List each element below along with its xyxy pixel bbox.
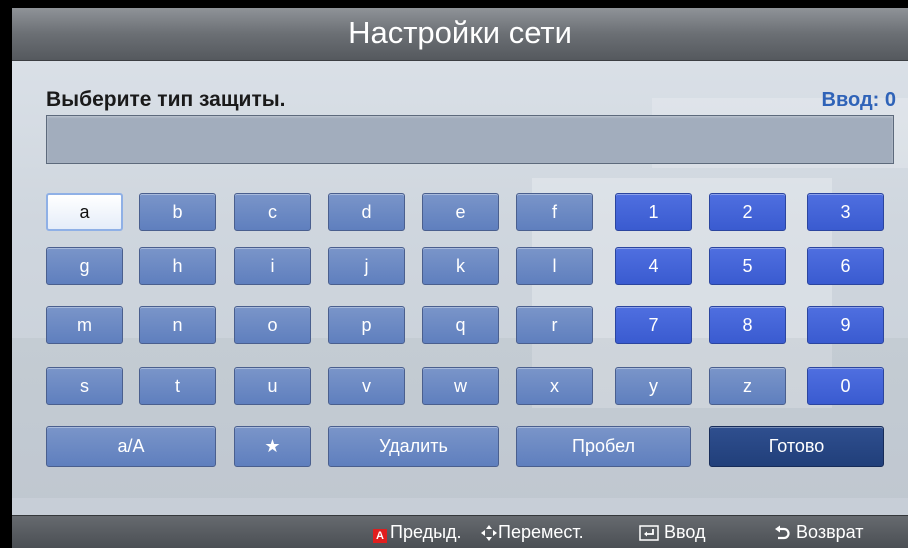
key-y[interactable]: y bbox=[615, 367, 692, 405]
key-f[interactable]: f bbox=[516, 193, 593, 231]
key-6[interactable]: 6 bbox=[807, 247, 884, 285]
hint-move-label: Перемест. bbox=[498, 522, 584, 542]
dialog-title: Настройки сети bbox=[348, 15, 572, 50]
case-toggle-button[interactable]: a/A bbox=[46, 426, 216, 467]
hint-prev-label: Предыд. bbox=[390, 522, 462, 542]
key-p[interactable]: p bbox=[328, 306, 405, 344]
key-u[interactable]: u bbox=[234, 367, 311, 405]
key-z[interactable]: z bbox=[709, 367, 786, 405]
done-button[interactable]: Готово bbox=[709, 426, 884, 467]
key-9[interactable]: 9 bbox=[807, 306, 884, 344]
key-5[interactable]: 5 bbox=[709, 247, 786, 285]
key-m[interactable]: m bbox=[46, 306, 123, 344]
key-a[interactable]: a bbox=[46, 193, 123, 231]
delete-button[interactable]: Удалить bbox=[328, 426, 499, 467]
key-k[interactable]: k bbox=[422, 247, 499, 285]
key-s[interactable]: s bbox=[46, 367, 123, 405]
network-settings-dialog: Настройки сети Выберите тип защиты. Ввод… bbox=[12, 8, 908, 548]
key-h[interactable]: h bbox=[139, 247, 216, 285]
key-j[interactable]: j bbox=[328, 247, 405, 285]
key-v[interactable]: v bbox=[328, 367, 405, 405]
hint-enter[interactable]: Ввод bbox=[639, 516, 705, 548]
enter-icon bbox=[639, 525, 659, 541]
key-i[interactable]: i bbox=[234, 247, 311, 285]
key-w[interactable]: w bbox=[422, 367, 499, 405]
title-bar: Настройки сети bbox=[12, 8, 908, 61]
key-t[interactable]: t bbox=[139, 367, 216, 405]
key-1[interactable]: 1 bbox=[615, 193, 692, 231]
hint-enter-label: Ввод bbox=[664, 522, 706, 542]
footer-hints: A Предыд. Перемест. Ввод Возврат bbox=[12, 515, 908, 548]
background-decoration bbox=[12, 338, 908, 498]
input-counter: Ввод: 0 bbox=[821, 89, 896, 111]
key-b[interactable]: b bbox=[139, 193, 216, 231]
symbols-button[interactable]: ★ bbox=[234, 426, 311, 467]
key-d[interactable]: d bbox=[328, 193, 405, 231]
key-n[interactable]: n bbox=[139, 306, 216, 344]
key-l[interactable]: l bbox=[516, 247, 593, 285]
key-g[interactable]: g bbox=[46, 247, 123, 285]
key-q[interactable]: q bbox=[422, 306, 499, 344]
move-arrows-icon bbox=[481, 525, 497, 542]
key-8[interactable]: 8 bbox=[709, 306, 786, 344]
key-o[interactable]: o bbox=[234, 306, 311, 344]
hint-return-label: Возврат bbox=[796, 522, 864, 542]
key-7[interactable]: 7 bbox=[615, 306, 692, 344]
space-button[interactable]: Пробел bbox=[516, 426, 691, 467]
key-4[interactable]: 4 bbox=[615, 247, 692, 285]
key-c[interactable]: c bbox=[234, 193, 311, 231]
hint-prev[interactable]: A Предыд. bbox=[373, 516, 462, 548]
key-r[interactable]: r bbox=[516, 306, 593, 344]
security-type-prompt: Выберите тип защиты. bbox=[46, 88, 286, 111]
hint-return[interactable]: Возврат bbox=[773, 516, 864, 548]
hint-move[interactable]: Перемест. bbox=[480, 516, 584, 548]
tv-screen: Настройки сети Выберите тип защиты. Ввод… bbox=[0, 0, 908, 548]
return-icon bbox=[775, 525, 790, 540]
key-3[interactable]: 3 bbox=[807, 193, 884, 231]
key-x[interactable]: x bbox=[516, 367, 593, 405]
key-e[interactable]: e bbox=[422, 193, 499, 231]
security-input-field[interactable] bbox=[46, 115, 894, 164]
key-0[interactable]: 0 bbox=[807, 367, 884, 405]
a-button-icon: A bbox=[373, 529, 387, 543]
key-2[interactable]: 2 bbox=[709, 193, 786, 231]
